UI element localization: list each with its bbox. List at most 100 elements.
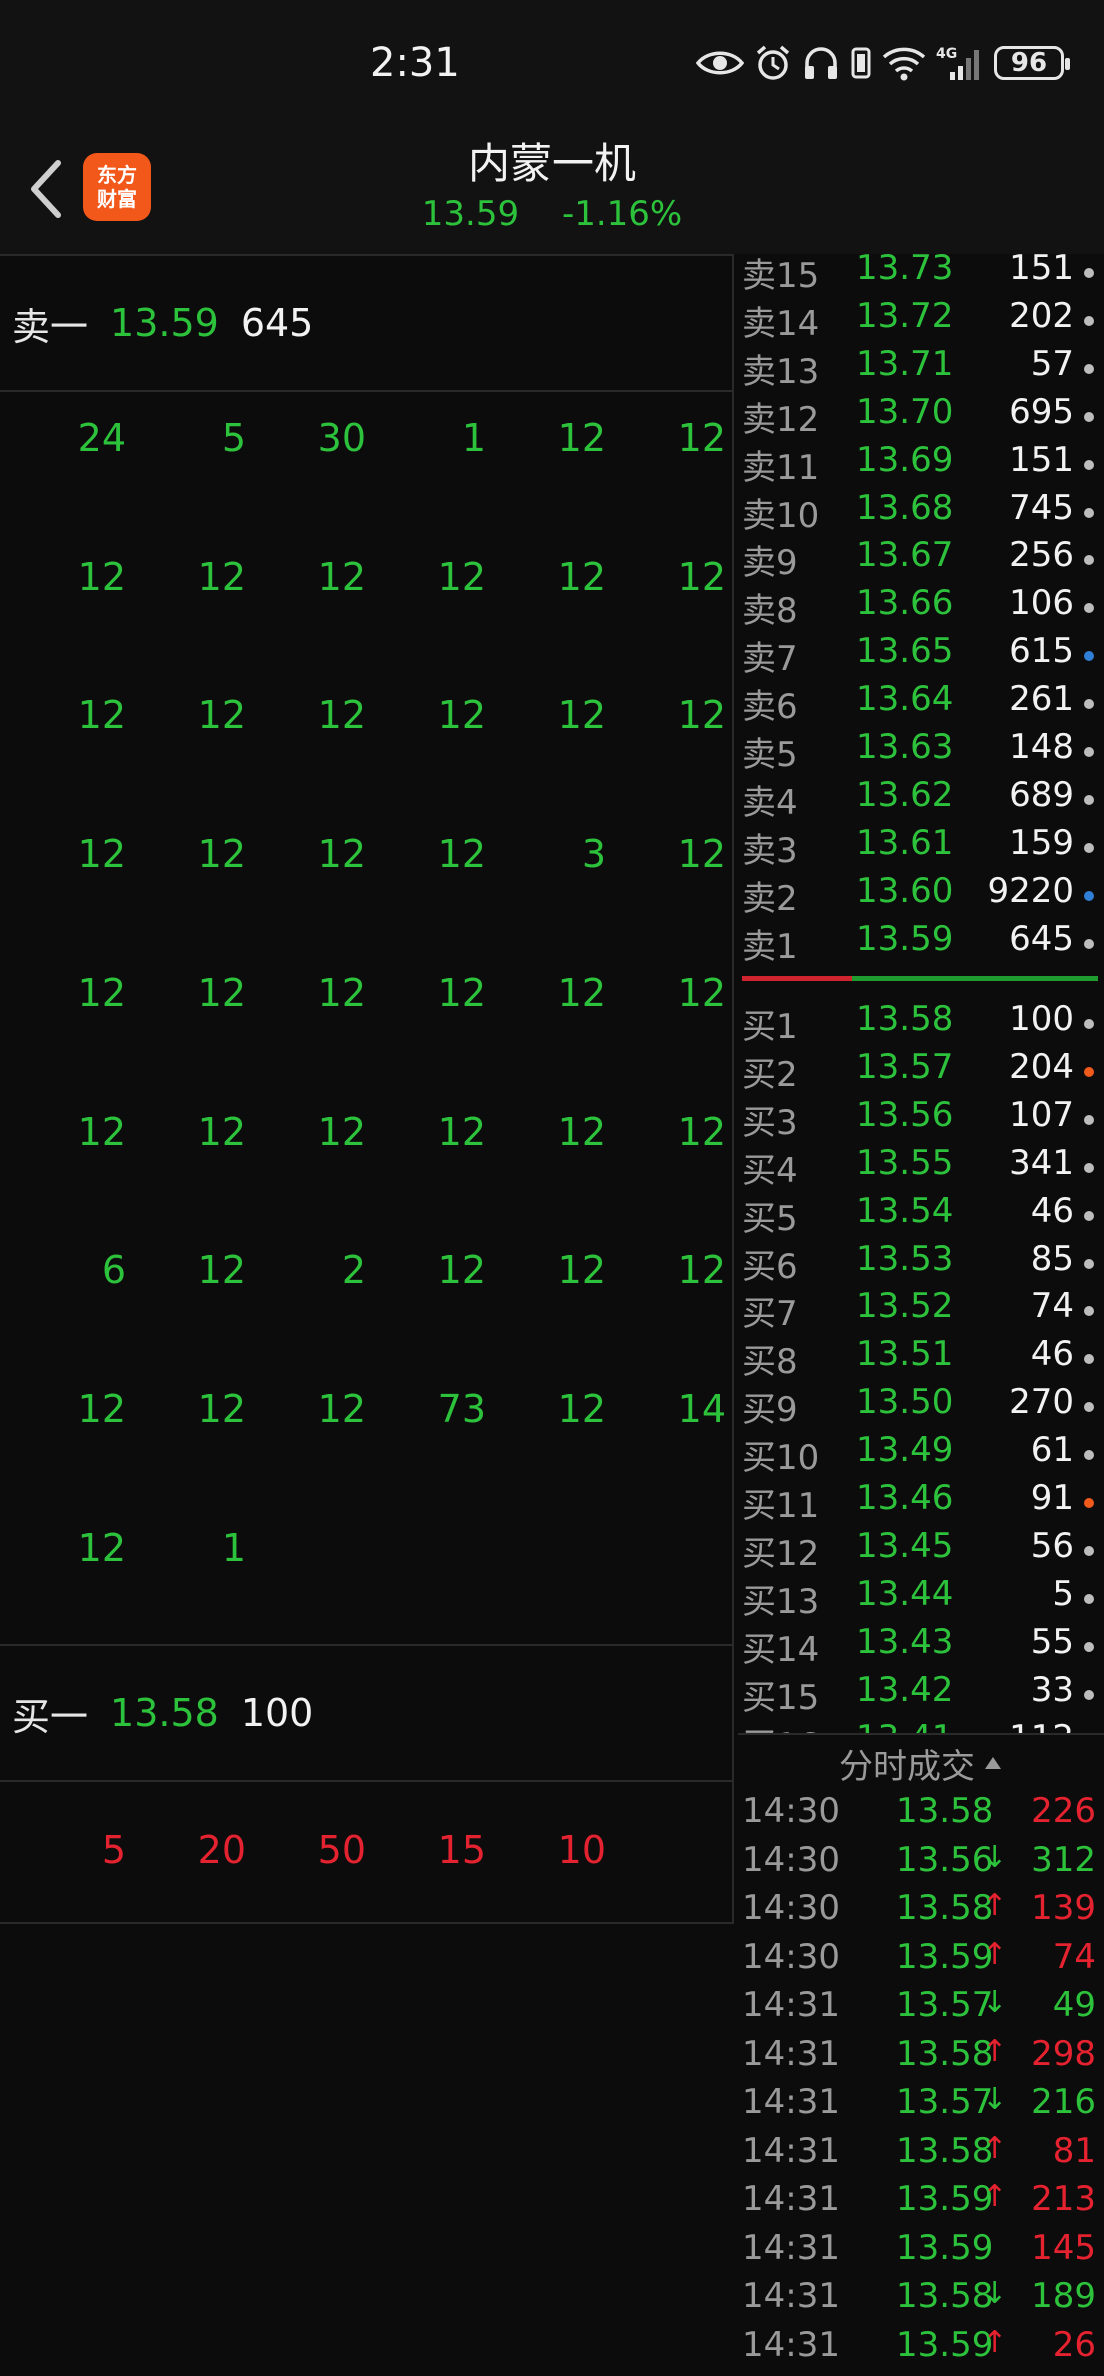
level-dot-icon [1084, 1258, 1094, 1269]
level-label: 卖7 [742, 639, 798, 680]
bid-level-row[interactable]: 买9 13.50 270 [738, 1382, 1104, 1430]
level-dot-icon [1084, 1306, 1094, 1317]
sell-order-cell: 5 [221, 416, 246, 460]
bid-level-row[interactable]: 买6 13.53 85 [738, 1239, 1104, 1287]
sell-order-cell: 12 [557, 1386, 606, 1431]
sell-order-cell: 3 [581, 832, 606, 877]
ask-level-row[interactable]: 卖15 13.73 151 [738, 254, 1104, 296]
sell-order-cell: 12 [197, 1248, 246, 1293]
trade-row: 14:30 13.58 226 [738, 1791, 1104, 1839]
level-dot-icon [1084, 315, 1094, 326]
sell-order-cell: 12 [77, 832, 126, 877]
ask-level-row[interactable]: 卖6 13.64 261 [738, 679, 1104, 727]
ask-level-row[interactable]: 卖13 13.71 57 [738, 344, 1104, 392]
level-label: 卖11 [742, 447, 820, 488]
sell-order-cell: 12 [557, 1109, 606, 1154]
sell-one-label: 卖一 [12, 304, 89, 349]
trade-row: 14:30 13.58 ↑ 139 [738, 1888, 1104, 1936]
level-price: 13.61 [856, 822, 954, 863]
level-dot-icon [1084, 794, 1094, 805]
bid-level-row[interactable]: 买14 13.43 55 [738, 1622, 1104, 1670]
buy-order-cell: 5 [101, 1828, 126, 1872]
bid-level-row[interactable]: 买5 13.54 46 [738, 1191, 1104, 1239]
sell-order-cell: 12 [437, 1248, 486, 1293]
ask-level-row[interactable]: 卖9 13.67 256 [738, 535, 1104, 583]
level-label: 买7 [742, 1294, 798, 1335]
trade-price: 13.58 [896, 1888, 994, 1928]
app-logo[interactable]: 东方 财富 [83, 153, 151, 221]
sell-order-cell: 12 [437, 554, 486, 599]
level-dot-icon [1084, 699, 1094, 710]
ask-level-row[interactable]: 卖11 13.69 151 [738, 440, 1104, 488]
level-label: 买14 [742, 1629, 820, 1670]
logo-line-1: 东方 [97, 163, 137, 187]
trade-row: 14:31 13.59 ↑ 26 [738, 2325, 1104, 2373]
ask-level-row[interactable]: 卖4 13.62 689 [738, 775, 1104, 823]
ask-level-row[interactable]: 卖12 13.70 695 [738, 392, 1104, 440]
level-label: 卖4 [742, 782, 798, 823]
sell-order-cell: 12 [557, 554, 606, 599]
level-volume: 341 [1009, 1142, 1074, 1183]
ask-level-row[interactable]: 卖8 13.66 106 [738, 583, 1104, 631]
bid-level-row[interactable]: 买10 13.49 61 [738, 1430, 1104, 1478]
level-price: 13.62 [856, 774, 954, 815]
bid-level-row[interactable]: 买8 13.51 46 [738, 1334, 1104, 1382]
level-volume: 256 [1009, 535, 1074, 576]
vibrate-icon [851, 47, 871, 79]
bid-level-row[interactable]: 买11 13.46 91 [738, 1478, 1104, 1526]
ask-level-row[interactable]: 卖7 13.65 615 [738, 631, 1104, 679]
sell-order-cell: 73 [437, 1386, 486, 1431]
bid-level-row[interactable]: 买4 13.55 341 [738, 1143, 1104, 1191]
level-label: 买16 [742, 1718, 819, 1735]
trades-header-toggle[interactable]: 分时成交 [738, 1735, 1104, 1791]
level-label: 买13 [742, 1581, 820, 1622]
ask-level-row[interactable]: 卖1 13.59 645 [738, 919, 1104, 967]
level-volume: 56 [1030, 1525, 1074, 1566]
ask-level-row[interactable]: 卖14 13.72 202 [738, 296, 1104, 344]
wifi-icon [882, 47, 926, 81]
sell-order-cell: 1 [461, 416, 486, 460]
sell-order-cell: 12 [677, 554, 726, 599]
level-dot-icon [1084, 1354, 1094, 1365]
level-label: 买8 [742, 1342, 798, 1383]
level-dot-icon [1084, 507, 1094, 518]
bid-level-row[interactable]: 买16 13.41 112 [738, 1718, 1104, 1735]
order-queue-panel: 卖一 13.59 645 24 5 30 1 12 12 12 12 12 12 12 12 12 12 1… [0, 254, 734, 1924]
bid-level-row[interactable]: 买2 13.57 204 [738, 1047, 1104, 1095]
bid-level-row[interactable]: 买3 13.56 107 [738, 1095, 1104, 1143]
level-label: 卖13 [742, 351, 820, 392]
level-price: 13.49 [856, 1430, 954, 1471]
level-label: 卖15 [742, 256, 820, 296]
level-price: 13.58 [856, 999, 954, 1039]
logo-line-2: 财富 [97, 187, 137, 211]
bid-level-row[interactable]: 买13 13.44 5 [738, 1574, 1104, 1622]
sell-one-volume: 645 [240, 301, 314, 345]
sell-order-cell: 12 [437, 970, 486, 1015]
sell-order-cell: 12 [677, 832, 726, 877]
ask-level-row[interactable]: 卖3 13.61 159 [738, 823, 1104, 871]
buy-order-queue: 5 20 50 15 10 [0, 1784, 734, 1924]
sell-order-cell: 12 [197, 1386, 246, 1431]
arrow-down-icon: ↓ [982, 1985, 1008, 2020]
level-label: 卖9 [742, 543, 798, 584]
level-label: 买6 [742, 1246, 798, 1287]
back-button[interactable] [18, 154, 74, 224]
buy-order-cell: 15 [437, 1828, 486, 1872]
level-price: 13.41 [856, 1718, 953, 1735]
arrow-up-icon: ↑ [982, 2130, 1008, 2166]
sell-order-cell: 12 [197, 832, 246, 877]
ask-level-row[interactable]: 卖10 13.68 745 [738, 488, 1104, 536]
level-volume: 74 [1030, 1286, 1074, 1327]
order-book[interactable]: 卖15 13.73 151 卖14 13.72 202 卖13 13.71 57 卖12 13.70… [738, 254, 1104, 1734]
trade-time: 14:30 [742, 1791, 840, 1831]
trade-time: 14:30 [742, 1936, 840, 1977]
bid-level-row[interactable]: 买15 13.42 33 [738, 1670, 1104, 1718]
ask-level-row[interactable]: 卖5 13.63 148 [738, 727, 1104, 775]
level-volume: 61 [1030, 1430, 1074, 1471]
bid-level-row[interactable]: 买1 13.58 100 [738, 999, 1104, 1047]
trade-time: 14:30 [742, 1839, 840, 1880]
bid-level-row[interactable]: 买12 13.45 56 [738, 1526, 1104, 1574]
bid-level-row[interactable]: 买7 13.52 74 [738, 1286, 1104, 1334]
ask-level-row[interactable]: 卖2 13.60 9220 [738, 871, 1104, 919]
arrow-up-icon: ↑ [982, 2033, 1008, 2069]
